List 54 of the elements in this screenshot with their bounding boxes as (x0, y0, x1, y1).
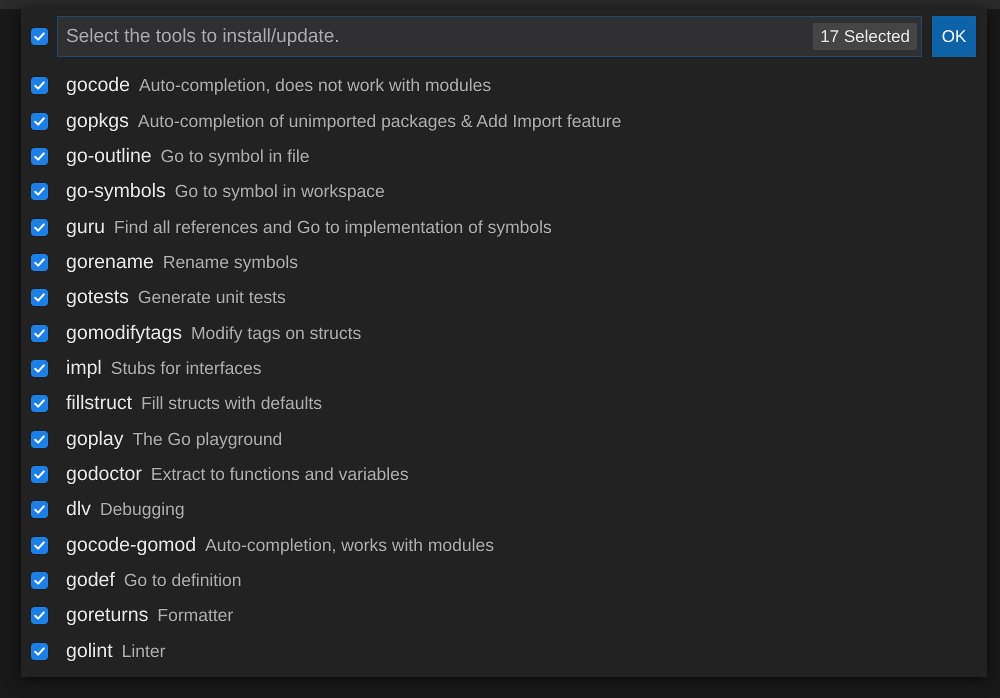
tool-description: Fill structs with defaults (141, 393, 322, 414)
checkbox[interactable] (31, 324, 48, 342)
checkbox[interactable] (31, 642, 48, 660)
tool-name: impl (66, 356, 102, 380)
checkbox[interactable] (31, 395, 48, 412)
checkbox[interactable] (31, 360, 48, 377)
checkbox[interactable] (31, 607, 48, 624)
tool-name: gopkgs (66, 110, 129, 133)
tool-name: godef (66, 568, 115, 592)
checkbox[interactable] (31, 572, 48, 589)
checkbox[interactable] (31, 148, 48, 165)
tool-description: Go to symbol in file (160, 146, 310, 167)
tool-name: go-outline (66, 144, 152, 168)
tool-name: golint (66, 640, 113, 663)
tool-description: Go to definition (124, 570, 242, 591)
tool-description: Formatter (157, 605, 234, 626)
tool-description: Rename symbols (162, 252, 298, 273)
tool-name: gotests (66, 286, 129, 310)
tool-name: guru (66, 216, 106, 239)
tool-description: Auto-completion, works with modules (205, 534, 494, 556)
tool-description: Auto-completion of unimported packages & Add Import feature (138, 110, 622, 132)
tool-description: Find all references and Go to implementation of symbols (114, 216, 552, 238)
tool-name: go-symbols (66, 180, 166, 204)
tool-description: Go to symbol in workspace (174, 181, 385, 202)
checkbox[interactable] (31, 466, 48, 483)
tool-name: fillstruct (66, 392, 132, 416)
select-all-checkbox[interactable] (31, 28, 48, 45)
tool-name: gorename (66, 250, 154, 274)
tool-name: gocode (66, 74, 130, 98)
tool-description: Extract to functions and variables (150, 464, 409, 485)
tool-name: goplay (66, 428, 124, 451)
tool-description: Stubs for interfaces (110, 358, 262, 379)
checkbox[interactable] (31, 430, 48, 448)
ok-button[interactable]: OK (932, 16, 976, 57)
tool-description: Auto-completion, does not work with modules (138, 75, 492, 96)
tool-name: gomodifytags (66, 322, 182, 345)
checkbox[interactable] (31, 183, 48, 200)
tool-description: Generate unit tests (138, 287, 286, 308)
tool-description: Debugging (100, 499, 185, 520)
checkbox[interactable] (31, 501, 48, 518)
checkbox[interactable] (31, 536, 48, 554)
checkbox[interactable] (31, 112, 48, 130)
tool-name: goreturns (66, 604, 148, 628)
checkbox[interactable] (31, 218, 48, 236)
tool-name: dlv (66, 498, 91, 522)
checkbox[interactable] (31, 289, 48, 306)
checkbox[interactable] (31, 254, 48, 271)
selected-count: 17 Selected (813, 23, 917, 50)
tool-description: Linter (122, 640, 166, 662)
tool-description: The Go playground (132, 428, 282, 450)
tool-description: Modify tags on structs (190, 322, 362, 344)
tool-name: gocode-gomod (66, 534, 196, 557)
checkbox[interactable] (31, 77, 48, 94)
tool-name: godoctor (66, 462, 142, 486)
